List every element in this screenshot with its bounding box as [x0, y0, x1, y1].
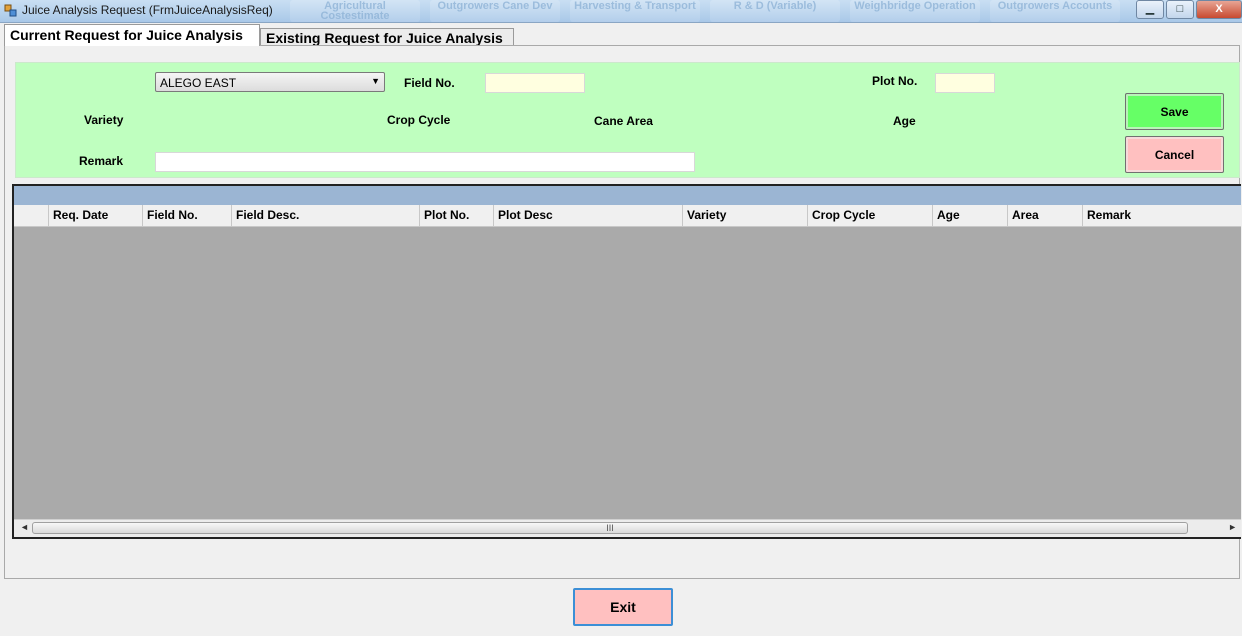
- maximize-button[interactable]: □: [1166, 0, 1194, 19]
- column-header-crop-cycle[interactable]: Crop Cycle: [807, 205, 932, 226]
- column-header-req-date[interactable]: Req. Date: [48, 205, 142, 226]
- chevron-down-icon[interactable]: ▼: [371, 76, 380, 86]
- row-header-corner: [14, 205, 48, 226]
- scroll-right-icon[interactable]: ►: [1228, 522, 1237, 532]
- column-header-plot-desc[interactable]: Plot Desc: [493, 205, 682, 226]
- column-header-area[interactable]: Area: [1007, 205, 1082, 226]
- request-form-panel: ALEGO EAST ▼ Field No. Plot No. Variety …: [15, 62, 1240, 178]
- column-header-age[interactable]: Age: [932, 205, 1007, 226]
- background-tab: Weighbridge Operation: [850, 0, 980, 22]
- cane-area-label: Cane Area: [594, 114, 653, 128]
- plot-no-input[interactable]: [935, 73, 995, 93]
- background-tab: R & D (Variable): [710, 0, 840, 22]
- background-tab: Harvesting & Transport: [570, 0, 700, 22]
- variety-label: Variety: [84, 113, 124, 127]
- remark-label: Remark: [79, 154, 124, 168]
- background-ribbon: Agricultural Costestimate Outgrowers Can…: [290, 0, 1130, 22]
- field-no-input[interactable]: [485, 73, 585, 93]
- window-title: Juice Analysis Request (FrmJuiceAnalysis…: [22, 3, 273, 17]
- tab-existing-request[interactable]: Existing Request for Juice Analysis: [260, 28, 514, 46]
- background-tab: Outgrowers Accounts: [990, 0, 1120, 22]
- tab-page: ALEGO EAST ▼ Field No. Plot No. Variety …: [4, 45, 1241, 579]
- column-header-variety[interactable]: Variety: [682, 205, 807, 226]
- grid-caption-bar: [14, 186, 1241, 205]
- exit-button[interactable]: Exit: [573, 588, 673, 626]
- column-header-plot-no[interactable]: Plot No.: [419, 205, 493, 226]
- age-label: Age: [893, 114, 916, 128]
- requests-grid[interactable]: Req. Date Field No. Field Desc. Plot No.…: [12, 184, 1241, 539]
- background-tab: Agricultural Costestimate: [290, 0, 420, 22]
- background-tab: Outgrowers Cane Dev: [430, 0, 560, 22]
- column-header-remark[interactable]: Remark: [1082, 205, 1241, 226]
- minimize-button[interactable]: ▁: [1136, 0, 1164, 19]
- scroll-left-icon[interactable]: ◄: [20, 522, 29, 532]
- field-no-label: Field No.: [404, 76, 455, 90]
- title-bar: Juice Analysis Request (FrmJuiceAnalysis…: [0, 0, 1242, 23]
- crop-cycle-label: Crop Cycle: [387, 113, 451, 127]
- remark-input[interactable]: [155, 152, 695, 172]
- zone-select-value: ALEGO EAST: [160, 76, 237, 90]
- column-header-field-no[interactable]: Field No.: [142, 205, 231, 226]
- cancel-button[interactable]: Cancel: [1125, 136, 1224, 173]
- grid-header: Req. Date Field No. Field Desc. Plot No.…: [14, 205, 1241, 227]
- app-icon: [4, 4, 17, 17]
- save-button[interactable]: Save: [1125, 93, 1224, 130]
- plot-no-label: Plot No.: [872, 74, 918, 88]
- tab-current-request[interactable]: Current Request for Juice Analysis: [4, 24, 260, 46]
- horizontal-scrollbar[interactable]: ◄ III ►: [14, 519, 1241, 537]
- zone-select[interactable]: ALEGO EAST ▼: [155, 72, 385, 92]
- scroll-thumb[interactable]: III: [32, 522, 1188, 534]
- close-button[interactable]: X: [1196, 0, 1242, 19]
- column-header-field-desc[interactable]: Field Desc.: [231, 205, 419, 226]
- window-controls: ▁ □ X: [1134, 0, 1242, 19]
